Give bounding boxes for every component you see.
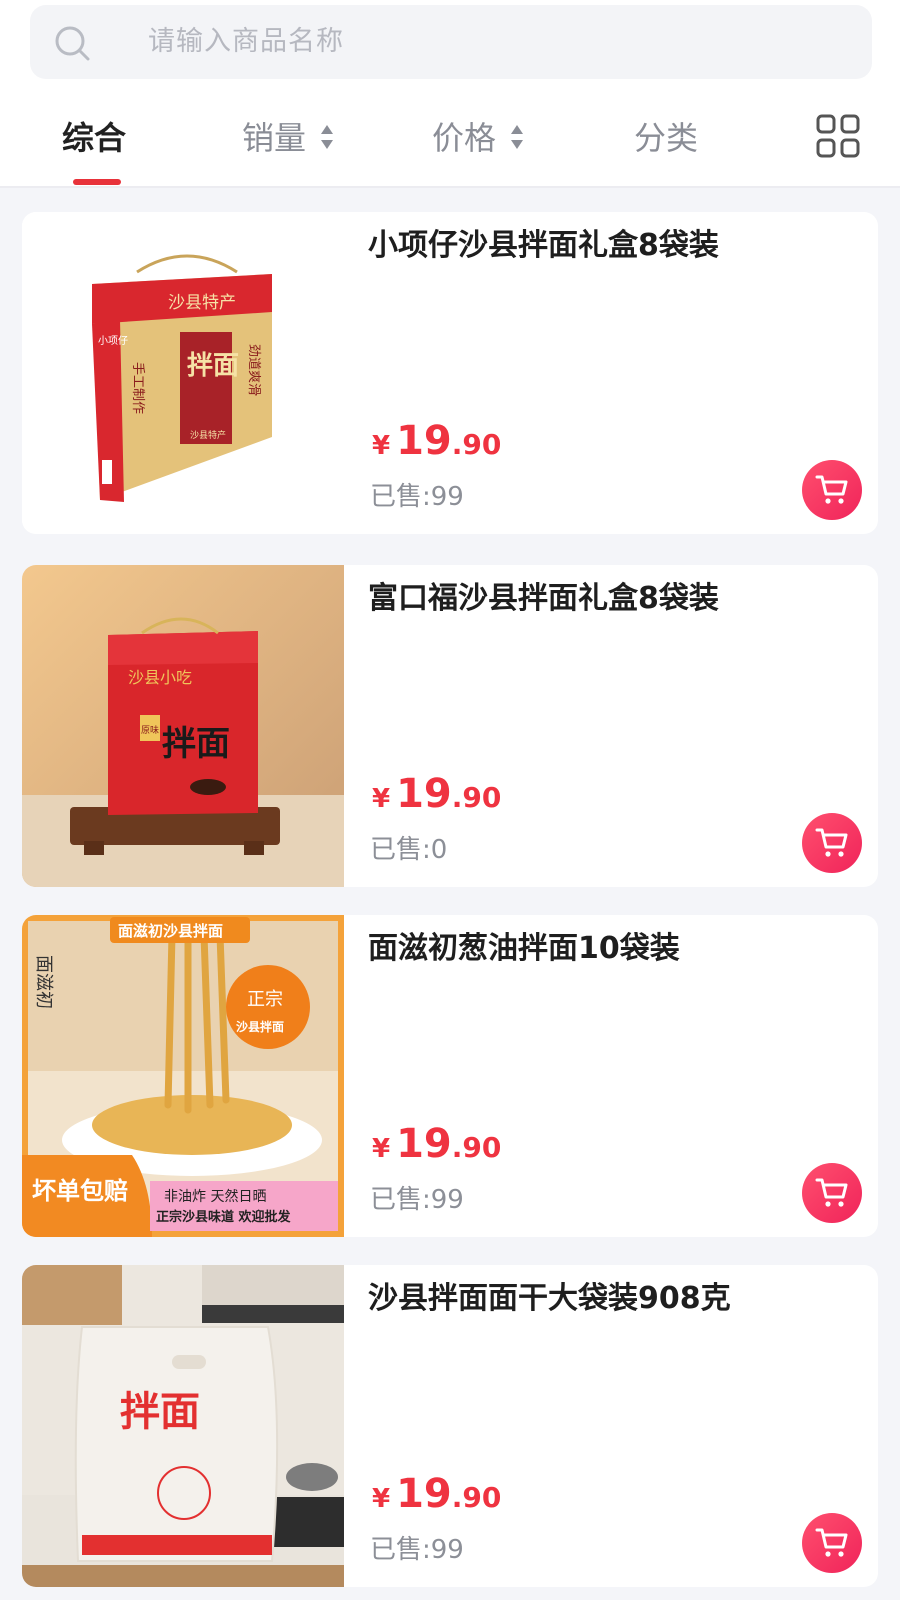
grid-layout-icon[interactable] — [816, 114, 860, 158]
price-currency: ¥ — [372, 784, 391, 814]
product-price: ¥19.90 — [372, 1121, 501, 1167]
product-price: ¥19.90 — [372, 1471, 501, 1517]
tab-price[interactable]: 价格 — [432, 100, 524, 180]
tab-label: 销量 — [242, 119, 307, 157]
box-top-text: 沙县小吃 — [128, 668, 192, 687]
price-currency: ¥ — [372, 1484, 391, 1514]
bottom-line-text: 正宗沙县味道 欢迎批发 — [156, 1209, 292, 1225]
top-bar: 请输入商品名称 综合 销量 价格 分类 — [0, 0, 900, 188]
product-image[interactable]: 沙县特产 拌面 手工制作 劲道爽滑 小项仔 沙县特产 — [22, 212, 344, 534]
price-decimal: .90 — [451, 1131, 502, 1164]
add-to-cart-button[interactable] — [802, 1163, 862, 1223]
tab-label: 综合 — [62, 119, 127, 157]
circle-bottom-text: 沙县拌面 — [236, 1019, 284, 1034]
product-title[interactable]: 小项仔沙县拌面礼盒8袋装 — [368, 224, 848, 268]
price-integer: 19 — [396, 1121, 452, 1167]
box-main-text: 拌面 — [162, 724, 230, 764]
price-integer: 19 — [396, 771, 452, 817]
sold-count: 已售:99 — [370, 1535, 464, 1565]
add-to-cart-button[interactable] — [802, 460, 862, 520]
price-currency: ¥ — [372, 431, 391, 461]
product-price: ¥19.90 — [372, 771, 501, 817]
search-icon — [55, 26, 90, 61]
box-main-text: 拌面 — [187, 351, 239, 381]
product-image[interactable]: 面滋初沙县拌面 面滋初 正宗 沙县拌面 坏单包赔 非油炸 天然日晒 正宗沙县味道… — [22, 915, 344, 1237]
tab-label: 价格 — [432, 119, 497, 157]
tab-label: 分类 — [634, 119, 699, 157]
box-top-text: 沙县特产 — [168, 293, 236, 313]
product-image[interactable]: 沙县小吃 拌面 原味 — [22, 565, 344, 887]
price-integer: 19 — [396, 1471, 452, 1517]
sort-arrows-icon — [511, 125, 524, 149]
search-input[interactable]: 请输入商品名称 — [148, 5, 344, 79]
bottom-top-text: 非油炸 天然日晒 — [164, 1188, 266, 1205]
brand-text: 面滋初 — [33, 955, 54, 1009]
sort-arrows-icon — [321, 125, 334, 149]
price-integer: 19 — [396, 418, 452, 464]
tab-sales[interactable]: 销量 — [242, 100, 334, 180]
cart-icon — [815, 1528, 848, 1557]
price-decimal: .90 — [451, 781, 502, 814]
cart-icon — [815, 1178, 848, 1207]
sold-count: 已售:0 — [370, 835, 448, 865]
price-decimal: .90 — [451, 428, 502, 461]
box-badge-text: 原味 — [141, 724, 159, 736]
banner-text: 面滋初沙县拌面 — [118, 922, 223, 940]
sort-tabs: 综合 销量 价格 分类 — [0, 100, 900, 186]
product-card[interactable]: 面滋初沙县拌面 面滋初 正宗 沙县拌面 坏单包赔 非油炸 天然日晒 正宗沙县味道… — [22, 915, 878, 1237]
corner-text: 坏单包赔 — [32, 1177, 128, 1205]
cart-icon — [815, 828, 848, 857]
add-to-cart-button[interactable] — [802, 813, 862, 873]
product-image[interactable]: 拌面 — [22, 1265, 344, 1587]
cart-icon — [815, 475, 848, 504]
tab-comprehensive[interactable]: 综合 — [62, 100, 127, 185]
box-right-text: 劲道爽滑 — [246, 344, 261, 396]
box-left-text: 手工制作 — [130, 362, 145, 414]
circle-top-text: 正宗 — [247, 989, 283, 1010]
product-title[interactable]: 面滋初葱油拌面10袋装 — [368, 927, 848, 971]
product-title[interactable]: 沙县拌面面干大袋装908克 — [368, 1277, 848, 1321]
price-decimal: .90 — [451, 1481, 502, 1514]
price-currency: ¥ — [372, 1134, 391, 1164]
box-brand-text: 小项仔 — [98, 335, 128, 347]
product-title[interactable]: 富口福沙县拌面礼盒8袋装 — [368, 577, 848, 621]
add-to-cart-button[interactable] — [802, 1513, 862, 1573]
product-card[interactable]: 拌面 沙县拌面面干大袋装908克 ¥19.90 已售:99 — [22, 1265, 878, 1587]
product-card[interactable]: 沙县小吃 拌面 原味 富口福沙县拌面礼盒8袋装 ¥19.90 已售:0 — [22, 565, 878, 887]
product-price: ¥19.90 — [372, 418, 501, 464]
tab-category[interactable]: 分类 — [634, 100, 698, 180]
search-bar[interactable]: 请输入商品名称 — [30, 5, 872, 79]
box-bottom-text: 沙县特产 — [190, 429, 226, 441]
sold-count: 已售:99 — [370, 1185, 464, 1215]
sold-count: 已售:99 — [370, 482, 464, 512]
bag-main-text: 拌面 — [120, 1388, 200, 1435]
product-card[interactable]: 沙县特产 拌面 手工制作 劲道爽滑 小项仔 沙县特产 小项仔沙县拌面礼盒8袋装 … — [22, 212, 878, 534]
active-tab-indicator — [73, 179, 121, 185]
